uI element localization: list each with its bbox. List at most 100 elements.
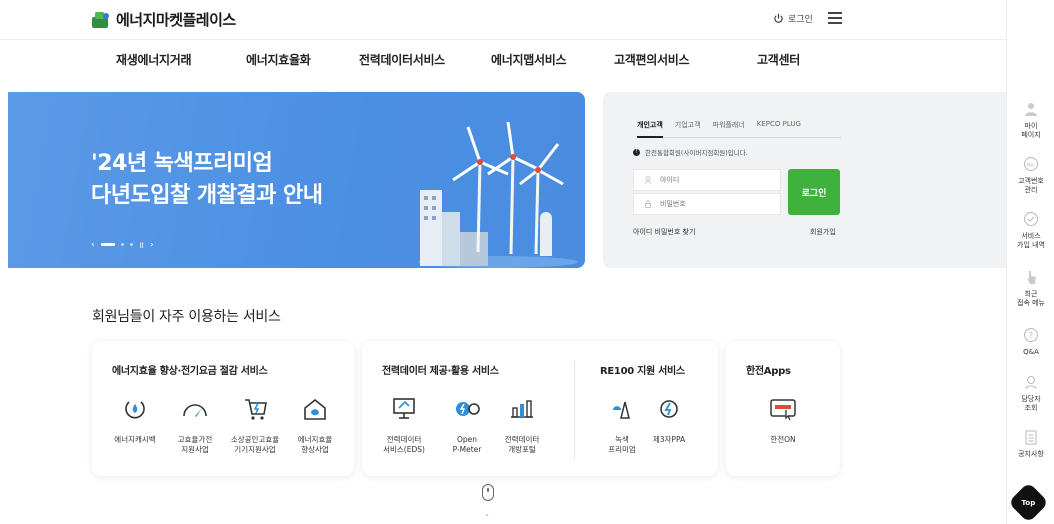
monitor-icon (393, 398, 415, 419)
service-open-p-meter[interactable]: Open P-Meter (437, 396, 497, 455)
id-input[interactable] (660, 176, 760, 184)
service-data-portal[interactable]: 전력데이터 개방포털 (492, 396, 552, 455)
service-label: 에너지효율 향상사업 (297, 435, 333, 454)
nav-energy-efficiency[interactable]: 에너지효율화 (246, 51, 311, 68)
quick-service-history[interactable]: 서비스 가입 내역 (1007, 202, 1054, 258)
user-icon (1025, 102, 1037, 116)
service-label: 전력데이터 개방포털 (504, 435, 540, 454)
quick-label: 서비스 가입 내역 (1017, 232, 1045, 249)
tab-kepco-plug[interactable]: KEPCO PLUG (757, 120, 801, 130)
login-submit-button[interactable]: 로그인 (788, 169, 840, 215)
number-icon: No. (1024, 156, 1038, 171)
login-notice: ! 한전통합회원(사이버지점회원)입니다. (633, 147, 748, 157)
banner-indicator-active[interactable] (100, 243, 115, 246)
quick-qna[interactable]: ? Q&A (1007, 318, 1054, 365)
service-card-efficiency: 에너지효율 향상·전기요금 절감 서비스 에너지캐시백 고효율가전 지원사업 소… (92, 341, 354, 476)
pointer-icon (1027, 270, 1036, 284)
service-efficiency-improvement[interactable]: 에너지효율 향상사업 (285, 396, 345, 455)
card-title-re100: RE100 지원 서비스 (600, 366, 685, 377)
service-small-business-support[interactable]: 소상공인고효율 기기지원사업 (225, 396, 285, 455)
service-energy-cashback[interactable]: 에너지캐시백 (105, 396, 165, 445)
nav-energy-map[interactable]: 에너지맵서비스 (491, 51, 566, 68)
quick-label: 최근 접속 메뉴 (1017, 290, 1045, 307)
join-link[interactable]: 회원가입 (810, 227, 836, 237)
info-icon: ! (633, 148, 640, 156)
service-label: 고효율가전 지원사업 (177, 435, 213, 454)
nav-renewable-trade[interactable]: 재생에너지거래 (116, 51, 191, 68)
banner-controls: ‹ ॥ › (91, 238, 154, 252)
service-card-apps: 한전Apps 한전ON (726, 341, 840, 476)
gauge-icon (183, 404, 207, 417)
nav-customer-center[interactable]: 고객센터 (757, 51, 800, 68)
login-tabs: 개인고객 기업고객 파워플래너 KEPCO PLUG (637, 120, 841, 138)
meter-icon (456, 402, 480, 416)
service-eds[interactable]: 전력데이터 서비스(EDS) (374, 396, 434, 455)
quick-recent-menu[interactable]: 최근 접속 메뉴 (1007, 260, 1054, 316)
tab-business[interactable]: 기업고객 (675, 120, 701, 130)
lightning-circle-icon (660, 400, 678, 418)
banner-title: '24년 녹색프리미엄 다년도입찰 개찰결과 안내 (91, 148, 323, 212)
card-divider (574, 361, 575, 459)
quick-label: 공지사항 (1018, 450, 1044, 458)
banner-next-button[interactable]: › (150, 240, 154, 250)
banner-pause-button[interactable]: ॥ (139, 238, 144, 251)
banner-indicator[interactable] (129, 243, 133, 246)
house-leaf-icon (304, 398, 326, 420)
notice-icon (1025, 430, 1037, 444)
green-energy-icon (613, 401, 630, 419)
bar-chart-icon (511, 400, 533, 418)
quick-customer-number[interactable]: No. 고객번호 관리 (1007, 147, 1054, 203)
nav-customer-convenience[interactable]: 고객편의서비스 (614, 51, 689, 68)
service-high-efficiency-appliance[interactable]: 고효율가전 지원사업 (165, 396, 225, 455)
cart-icon (245, 399, 267, 420)
app-kepco-on[interactable]: 한전ON (753, 396, 813, 445)
banner-indicator[interactable] (120, 243, 124, 246)
menu-icon[interactable] (828, 12, 842, 24)
quick-label: 담당자 조회 (1021, 395, 1041, 412)
service-label: Open P-Meter (452, 435, 482, 454)
quick-notice[interactable]: 공지사항 (1007, 420, 1054, 467)
nav-power-data[interactable]: 전력데이터서비스 (359, 51, 445, 68)
service-label: 전력데이터 서비스(EDS) (383, 435, 425, 454)
find-id-password-link[interactable]: 아이디 비밀번호 찾기 (633, 227, 695, 237)
service-card-power-data: 전력데이터 제공·활용 서비스 전력데이터 서비스(EDS) Open P-Me… (362, 341, 718, 476)
person-search-icon (1025, 375, 1037, 389)
quick-menu: 마이 페이지 No. 고객번호 관리 서비스 가입 내역 최근 접속 메뉴 ? … (1006, 0, 1054, 524)
services-title: 회원님들이 자주 이용하는 서비스 (92, 309, 281, 325)
chevron-down-icon: ⌄ (484, 510, 490, 518)
svg-text:No.: No. (1027, 162, 1036, 168)
check-circle-icon (1024, 211, 1038, 226)
card-title: 전력데이터 제공·활용 서비스 (382, 366, 499, 377)
wind-turbine-illustration (418, 122, 578, 268)
banner-prev-button[interactable]: ‹ (91, 240, 95, 250)
lock-icon (645, 200, 651, 208)
quick-label: Q&A (1023, 348, 1039, 356)
user-icon (644, 176, 652, 184)
header-login-button[interactable]: 로그인 (773, 12, 813, 25)
quick-label: 고객번호 관리 (1018, 177, 1044, 194)
tab-power-planner[interactable]: 파워플래너 (713, 120, 745, 130)
quick-label: 마이 페이지 (1021, 122, 1041, 139)
quick-manager-search[interactable]: 담당자 조회 (1007, 365, 1054, 421)
password-field[interactable] (633, 193, 781, 215)
top-label: Top (1021, 498, 1036, 507)
logo[interactable]: 에너지마켓플레이스 (90, 9, 236, 30)
tab-personal[interactable]: 개인고객 (637, 120, 663, 138)
quick-my-page[interactable]: 마이 페이지 (1007, 92, 1054, 148)
svg-text:?: ? (1029, 331, 1033, 340)
card-title: 한전Apps (746, 366, 791, 377)
main-banner[interactable]: '24년 녹색프리미엄 다년도입찰 개찰결과 안내 ‹ ॥ › (8, 92, 585, 268)
login-notice-text: 한전통합회원(사이버지점회원)입니다. (645, 149, 748, 157)
scroll-down-indicator[interactable] (482, 484, 494, 501)
service-label: 한전ON (770, 435, 796, 444)
question-icon: ? (1024, 327, 1038, 342)
service-label: 제3자PPA (652, 435, 686, 444)
service-third-party-ppa[interactable]: 제3자PPA (639, 396, 699, 445)
main-navigation: 재생에너지거래 에너지효율화 전력데이터서비스 에너지맵서비스 고객편의서비스 … (0, 40, 1006, 80)
password-input[interactable] (660, 200, 760, 208)
login-panel: 개인고객 기업고객 파워플래너 KEPCO PLUG ! 한전통합회원(사이버지… (603, 92, 1006, 268)
power-icon (774, 13, 783, 23)
id-field[interactable] (633, 169, 781, 191)
logo-icon (92, 11, 109, 28)
site-header: 에너지마켓플레이스 로그인 (0, 0, 1006, 40)
